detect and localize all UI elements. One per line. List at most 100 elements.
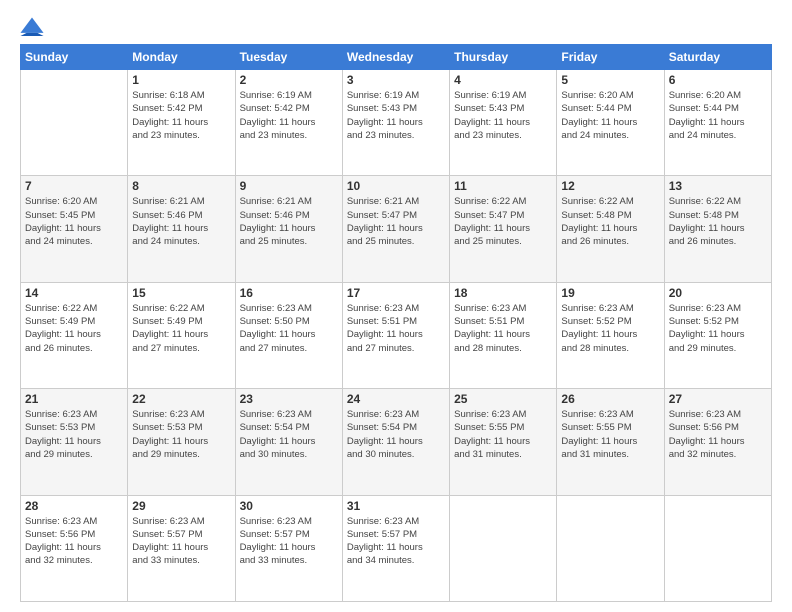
day-number: 15 <box>132 286 230 300</box>
day-number: 10 <box>347 179 445 193</box>
day-info: Sunrise: 6:23 AM Sunset: 5:57 PM Dayligh… <box>132 515 230 568</box>
header-row: SundayMondayTuesdayWednesdayThursdayFrid… <box>21 45 772 70</box>
weekday-header-wednesday: Wednesday <box>342 45 449 70</box>
calendar-cell: 9 Sunrise: 6:21 AM Sunset: 5:46 PM Daylig… <box>235 176 342 282</box>
logo-icon <box>20 16 44 36</box>
header <box>20 16 772 36</box>
weekday-header-monday: Monday <box>128 45 235 70</box>
day-info: Sunrise: 6:20 AM Sunset: 5:45 PM Dayligh… <box>25 195 123 248</box>
day-info: Sunrise: 6:21 AM Sunset: 5:46 PM Dayligh… <box>240 195 338 248</box>
calendar-cell: 12Sunrise: 6:22 AM Sunset: 5:48 PM Dayli… <box>557 176 664 282</box>
calendar-cell <box>21 70 128 176</box>
calendar-cell: 30Sunrise: 6:23 AM Sunset: 5:57 PM Dayli… <box>235 495 342 601</box>
calendar-cell: 29Sunrise: 6:23 AM Sunset: 5:57 PM Dayli… <box>128 495 235 601</box>
day-info: Sunrise: 6:20 AM Sunset: 5:44 PM Dayligh… <box>669 89 767 142</box>
calendar-cell: 8 Sunrise: 6:21 AM Sunset: 5:46 PM Daylig… <box>128 176 235 282</box>
day-number: 24 <box>347 392 445 406</box>
day-number: 31 <box>347 499 445 513</box>
day-number: 3 <box>347 73 445 87</box>
day-info: Sunrise: 6:22 AM Sunset: 5:49 PM Dayligh… <box>132 302 230 355</box>
calendar-cell: 28Sunrise: 6:23 AM Sunset: 5:56 PM Dayli… <box>21 495 128 601</box>
calendar-cell: 15 Sunrise: 6:22 AM Sunset: 5:49 PM Dayli… <box>128 282 235 388</box>
day-info: Sunrise: 6:23 AM Sunset: 5:55 PM Dayligh… <box>454 408 552 461</box>
day-info: Sunrise: 6:21 AM Sunset: 5:46 PM Dayligh… <box>132 195 230 248</box>
day-number: 13 <box>669 179 767 193</box>
day-info: Sunrise: 6:20 AM Sunset: 5:44 PM Dayligh… <box>561 89 659 142</box>
day-number: 22 <box>132 392 230 406</box>
day-info: Sunrise: 6:23 AM Sunset: 5:52 PM Dayligh… <box>561 302 659 355</box>
day-info: Sunrise: 6:22 AM Sunset: 5:47 PM Dayligh… <box>454 195 552 248</box>
calendar-cell: 10Sunrise: 6:21 AM Sunset: 5:47 PM Dayli… <box>342 176 449 282</box>
calendar-cell: 27 Sunrise: 6:23 AM Sunset: 5:56 PM Dayli… <box>664 389 771 495</box>
day-number: 18 <box>454 286 552 300</box>
day-number: 1 <box>132 73 230 87</box>
calendar-cell: 26 Sunrise: 6:23 AM Sunset: 5:55 PM Dayli… <box>557 389 664 495</box>
weekday-header-saturday: Saturday <box>664 45 771 70</box>
day-number: 21 <box>25 392 123 406</box>
calendar-cell: 6 Sunrise: 6:20 AM Sunset: 5:44 PM Daylig… <box>664 70 771 176</box>
day-info: Sunrise: 6:22 AM Sunset: 5:48 PM Dayligh… <box>669 195 767 248</box>
weekday-header-friday: Friday <box>557 45 664 70</box>
day-info: Sunrise: 6:23 AM Sunset: 5:56 PM Dayligh… <box>669 408 767 461</box>
calendar-cell: 18 Sunrise: 6:23 AM Sunset: 5:51 PM Dayli… <box>450 282 557 388</box>
day-number: 16 <box>240 286 338 300</box>
calendar-cell: 4 Sunrise: 6:19 AM Sunset: 5:43 PM Daylig… <box>450 70 557 176</box>
day-number: 11 <box>454 179 552 193</box>
calendar-cell: 19Sunrise: 6:23 AM Sunset: 5:52 PM Dayli… <box>557 282 664 388</box>
calendar-cell: 14 Sunrise: 6:22 AM Sunset: 5:49 PM Dayli… <box>21 282 128 388</box>
day-number: 9 <box>240 179 338 193</box>
day-info: Sunrise: 6:23 AM Sunset: 5:51 PM Dayligh… <box>347 302 445 355</box>
week-row-2: 7Sunrise: 6:20 AM Sunset: 5:45 PM Daylig… <box>21 176 772 282</box>
calendar-cell: 21 Sunrise: 6:23 AM Sunset: 5:53 PM Dayli… <box>21 389 128 495</box>
day-info: Sunrise: 6:23 AM Sunset: 5:50 PM Dayligh… <box>240 302 338 355</box>
day-info: Sunrise: 6:23 AM Sunset: 5:54 PM Dayligh… <box>240 408 338 461</box>
day-info: Sunrise: 6:23 AM Sunset: 5:53 PM Dayligh… <box>132 408 230 461</box>
day-info: Sunrise: 6:23 AM Sunset: 5:56 PM Dayligh… <box>25 515 123 568</box>
calendar-table: SundayMondayTuesdayWednesdayThursdayFrid… <box>20 44 772 602</box>
logo <box>20 16 48 36</box>
calendar-cell <box>557 495 664 601</box>
day-info: Sunrise: 6:23 AM Sunset: 5:57 PM Dayligh… <box>347 515 445 568</box>
day-info: Sunrise: 6:19 AM Sunset: 5:43 PM Dayligh… <box>347 89 445 142</box>
day-info: Sunrise: 6:23 AM Sunset: 5:57 PM Dayligh… <box>240 515 338 568</box>
day-info: Sunrise: 6:22 AM Sunset: 5:49 PM Dayligh… <box>25 302 123 355</box>
week-row-4: 21 Sunrise: 6:23 AM Sunset: 5:53 PM Dayli… <box>21 389 772 495</box>
day-number: 23 <box>240 392 338 406</box>
day-number: 14 <box>25 286 123 300</box>
calendar-cell: 7Sunrise: 6:20 AM Sunset: 5:45 PM Daylig… <box>21 176 128 282</box>
calendar-cell: 17 Sunrise: 6:23 AM Sunset: 5:51 PM Dayli… <box>342 282 449 388</box>
week-row-3: 14 Sunrise: 6:22 AM Sunset: 5:49 PM Dayli… <box>21 282 772 388</box>
day-number: 8 <box>132 179 230 193</box>
day-number: 26 <box>561 392 659 406</box>
calendar-cell <box>450 495 557 601</box>
day-number: 4 <box>454 73 552 87</box>
calendar-cell: 22 Sunrise: 6:23 AM Sunset: 5:53 PM Dayli… <box>128 389 235 495</box>
day-info: Sunrise: 6:19 AM Sunset: 5:42 PM Dayligh… <box>240 89 338 142</box>
calendar-cell: 5 Sunrise: 6:20 AM Sunset: 5:44 PM Daylig… <box>557 70 664 176</box>
calendar-cell: 20 Sunrise: 6:23 AM Sunset: 5:52 PM Dayli… <box>664 282 771 388</box>
calendar-cell <box>664 495 771 601</box>
calendar-cell: 3 Sunrise: 6:19 AM Sunset: 5:43 PM Daylig… <box>342 70 449 176</box>
day-info: Sunrise: 6:23 AM Sunset: 5:53 PM Dayligh… <box>25 408 123 461</box>
calendar-cell: 11 Sunrise: 6:22 AM Sunset: 5:47 PM Dayli… <box>450 176 557 282</box>
day-info: Sunrise: 6:22 AM Sunset: 5:48 PM Dayligh… <box>561 195 659 248</box>
calendar-cell: 2Sunrise: 6:19 AM Sunset: 5:42 PM Daylig… <box>235 70 342 176</box>
calendar-cell: 24 Sunrise: 6:23 AM Sunset: 5:54 PM Dayli… <box>342 389 449 495</box>
day-number: 17 <box>347 286 445 300</box>
day-info: Sunrise: 6:23 AM Sunset: 5:54 PM Dayligh… <box>347 408 445 461</box>
day-info: Sunrise: 6:23 AM Sunset: 5:52 PM Dayligh… <box>669 302 767 355</box>
day-info: Sunrise: 6:18 AM Sunset: 5:42 PM Dayligh… <box>132 89 230 142</box>
weekday-header-sunday: Sunday <box>21 45 128 70</box>
day-number: 5 <box>561 73 659 87</box>
calendar-cell: 31 Sunrise: 6:23 AM Sunset: 5:57 PM Dayli… <box>342 495 449 601</box>
day-info: Sunrise: 6:23 AM Sunset: 5:55 PM Dayligh… <box>561 408 659 461</box>
day-number: 6 <box>669 73 767 87</box>
day-number: 27 <box>669 392 767 406</box>
day-info: Sunrise: 6:19 AM Sunset: 5:43 PM Dayligh… <box>454 89 552 142</box>
week-row-5: 28Sunrise: 6:23 AM Sunset: 5:56 PM Dayli… <box>21 495 772 601</box>
day-number: 20 <box>669 286 767 300</box>
day-info: Sunrise: 6:23 AM Sunset: 5:51 PM Dayligh… <box>454 302 552 355</box>
calendar-cell: 13 Sunrise: 6:22 AM Sunset: 5:48 PM Dayli… <box>664 176 771 282</box>
calendar-cell: 23 Sunrise: 6:23 AM Sunset: 5:54 PM Dayli… <box>235 389 342 495</box>
calendar-cell: 1 Sunrise: 6:18 AM Sunset: 5:42 PM Daylig… <box>128 70 235 176</box>
